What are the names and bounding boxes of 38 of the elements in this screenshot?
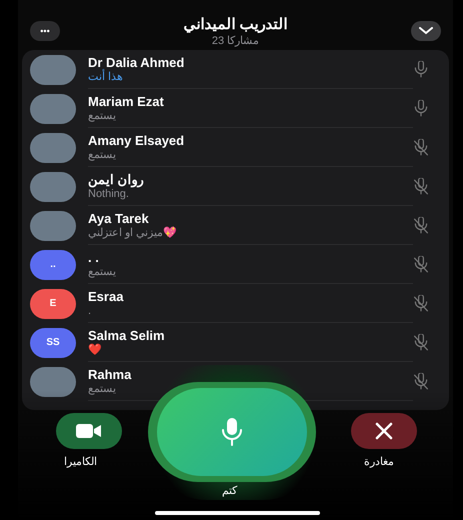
participant-status: هذا أنت bbox=[88, 70, 124, 84]
participant-status: Nothing. bbox=[88, 188, 129, 200]
mute-label: كتم bbox=[222, 484, 237, 499]
avatar-photo-placeholder bbox=[30, 94, 76, 124]
participant-name: Salma Selim bbox=[88, 328, 165, 342]
participant-status: يستمع bbox=[88, 264, 116, 278]
avatar-photo-placeholder bbox=[30, 132, 76, 162]
avatar-photo-placeholder bbox=[30, 172, 76, 202]
microphone-icon bbox=[221, 417, 243, 447]
close-icon bbox=[375, 422, 393, 440]
avatar-photo-placeholder bbox=[30, 366, 76, 396]
leave-label: مغادرة bbox=[364, 455, 394, 470]
participant-name: Amany Elsayed bbox=[88, 132, 184, 148]
participant-status: يستمع bbox=[88, 108, 116, 122]
participant-name: Rahma bbox=[88, 366, 132, 382]
participant-name: Esraa bbox=[88, 288, 124, 304]
participant-name: Mariam Ezat bbox=[88, 94, 164, 108]
participant-status: ميزني او اعتزلني💖 bbox=[88, 226, 178, 240]
avatar: SS bbox=[30, 328, 76, 358]
participant-name: Dr Dalia Ahmed bbox=[88, 54, 184, 70]
participant-name: . . bbox=[88, 250, 99, 264]
avatar-photo-placeholder bbox=[30, 210, 76, 240]
participant-status: ❤ bbox=[88, 342, 102, 356]
video-camera-icon bbox=[76, 423, 102, 439]
participant-name: Aya Tarek bbox=[88, 210, 149, 226]
avatar: E bbox=[30, 288, 76, 318]
participant-status: يستمع bbox=[88, 148, 116, 162]
participant-status: يستمع bbox=[88, 382, 116, 396]
chat-title: التدريب الميداني bbox=[183, 14, 288, 34]
chevron-down-icon bbox=[418, 27, 433, 35]
collapse-button[interactable] bbox=[410, 21, 441, 41]
more-button[interactable]: ••• bbox=[30, 21, 60, 41]
participant-count: 23 مشاركا bbox=[212, 34, 260, 48]
avatar-photo-placeholder bbox=[30, 54, 76, 84]
camera-label: الكاميرا bbox=[64, 455, 97, 470]
participant-status: . bbox=[88, 304, 92, 318]
avatar: .. bbox=[30, 250, 76, 280]
participant-name: روان ايمن bbox=[88, 172, 144, 186]
